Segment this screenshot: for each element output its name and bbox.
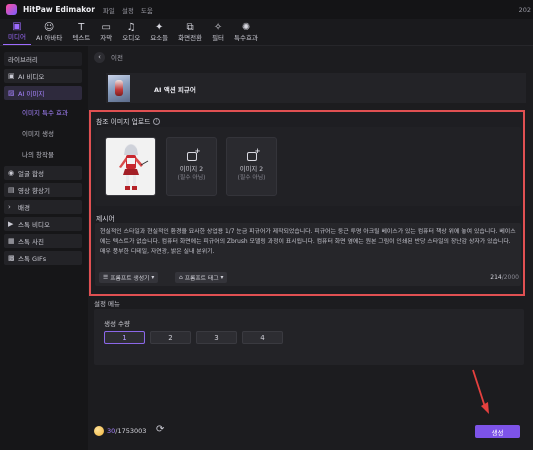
transition-icon: ⧉: [186, 22, 194, 33]
prompt-generator-button[interactable]: ☰ 프롬프트 생성기 ▾: [99, 272, 159, 283]
sidebar-item-library[interactable]: 라이브러리: [4, 52, 82, 66]
gif-icon: ▩: [8, 254, 15, 262]
back-label[interactable]: 이전: [111, 52, 123, 62]
tab-filter[interactable]: ✧ 필터: [207, 19, 229, 45]
generation-count-label: 생성 수량: [104, 320, 130, 328]
action-figure-image: [119, 144, 149, 190]
prompt-tags-button[interactable]: ⌂ 프롬프트 태그 ▾: [175, 272, 228, 283]
chevron-right-icon: ›: [8, 203, 11, 211]
menu-help[interactable]: 도움: [141, 5, 153, 15]
text-icon: T: [78, 22, 85, 33]
image-icon: ▨: [8, 89, 15, 97]
bottom-bar: 30/1753003 ⟳ 생성: [88, 422, 533, 440]
sidebar: 라이브러리 ▣ AI 비디오 ▨ AI 이미지 이미지 특수 효과 이미지 생성…: [0, 46, 86, 450]
sidebar-item-ai-video[interactable]: ▣ AI 비디오: [4, 69, 82, 83]
elements-icon: ✦: [154, 22, 164, 33]
stock-photo-icon: ▦: [8, 237, 15, 245]
image-slot-3[interactable]: 이미지 2 (필수 아님): [226, 137, 277, 196]
character-counter: 214/2000: [490, 274, 519, 281]
tab-transition[interactable]: ⧉ 화면전환: [173, 19, 207, 45]
audio-icon: ♫: [126, 22, 136, 33]
tab-effects[interactable]: ✺ 특수효과: [229, 19, 263, 45]
info-icon[interactable]: i: [153, 117, 161, 125]
video-icon: ▣: [8, 72, 15, 80]
sidebar-item-stock-video[interactable]: ▶ 스톡 비디오: [4, 217, 82, 231]
count-option-3[interactable]: 3: [196, 331, 237, 344]
tag-icon: ⌂: [179, 274, 183, 281]
app-logo-icon: [6, 4, 17, 15]
count-option-4[interactable]: 4: [242, 331, 283, 344]
sidebar-item-video-enhancer[interactable]: ▤ 영상 향상기: [4, 183, 82, 197]
face-icon: ◉: [8, 169, 15, 177]
settings-title: 설정 메뉴: [94, 300, 120, 308]
count-option-1[interactable]: 1: [104, 331, 145, 344]
annotation-arrow-icon: [472, 369, 489, 414]
chevron-down-icon: ▾: [151, 274, 155, 281]
prompt-generator-icon: ☰: [103, 274, 109, 281]
subtitle-icon: ▭: [101, 22, 111, 33]
add-image-icon: [186, 147, 201, 161]
prompt-textarea[interactable]: 현실적인 스타일과 현실적인 환경을 묘사한 상업용 1/7 눈금 피규어가 제…: [95, 223, 521, 286]
effects-icon: ✺: [241, 22, 251, 33]
highlighted-input-section: 참조 이미지 업로드 i 이미지 2 (필수 아님): [89, 110, 525, 296]
reference-upload-title: 참조 이미지 업로드 i: [96, 116, 161, 126]
upload-area: 이미지 2 (필수 아님) 이미지 2 (필수 아님): [95, 127, 521, 206]
sidebar-item-my-creations[interactable]: 나의 창작물: [4, 145, 82, 163]
credit-coin-icon: [94, 426, 104, 436]
stock-video-icon: ▶: [8, 220, 14, 228]
tab-text[interactable]: T 텍스트: [67, 19, 95, 45]
breadcrumb: ‹ 이전: [94, 50, 533, 64]
prompt-text[interactable]: 현실적인 스타일과 현실적인 환경을 묘사한 상업용 1/7 눈금 피규어가 제…: [100, 227, 516, 257]
back-button[interactable]: ‹: [94, 51, 105, 63]
sidebar-item-background[interactable]: › 배경: [4, 200, 82, 214]
effect-card: AI 액션 피규어: [106, 73, 526, 103]
settings-panel: 생성 수량 1 2 3 4: [94, 309, 524, 365]
tab-elements[interactable]: ✦ 요소들: [145, 19, 173, 45]
chevron-down-icon: ▾: [220, 274, 224, 281]
sidebar-item-image-effects[interactable]: 이미지 특수 효과: [4, 103, 82, 121]
top-toolbar: ▣ 미디어 ☺ AI 아바타 T 텍스트 ▭ 자막 ♫ 오디오 ✦ 요소들 ⧉ …: [0, 19, 533, 46]
tab-media[interactable]: ▣ 미디어: [3, 19, 31, 45]
tab-ai-avatar[interactable]: ☺ AI 아바타: [31, 19, 67, 45]
sidebar-item-stock-gifs[interactable]: ▩ 스톡 GIFs: [4, 251, 82, 265]
app-name: HitPaw Edimakor: [23, 5, 95, 14]
menu-settings[interactable]: 설정: [122, 5, 134, 15]
uploaded-image-slot[interactable]: [105, 137, 156, 196]
tab-subtitle[interactable]: ▭ 자막: [95, 19, 117, 45]
chevron-left-icon: ‹: [98, 53, 101, 61]
tab-audio[interactable]: ♫ 오디오: [117, 19, 145, 45]
add-image-icon: [246, 147, 261, 161]
credits-display: 30/1753003: [107, 427, 147, 435]
refresh-icon[interactable]: ⟳: [156, 424, 164, 435]
count-option-2[interactable]: 2: [150, 331, 191, 344]
image-slot-2[interactable]: 이미지 2 (필수 아님): [166, 137, 217, 196]
sidebar-item-face-swap[interactable]: ◉ 얼굴 합성: [4, 166, 82, 180]
year-fragment: 202: [518, 5, 531, 14]
effect-title: AI 액션 피규어: [154, 86, 196, 94]
effect-thumbnail: [108, 75, 130, 102]
sidebar-item-ai-image[interactable]: ▨ AI 이미지: [4, 86, 82, 100]
menu-file[interactable]: 파일: [103, 5, 115, 15]
title-bar: HitPaw Edimakor 파일 설정 도움 202: [0, 0, 533, 19]
enhance-icon: ▤: [8, 186, 15, 194]
generate-button[interactable]: 생성: [475, 425, 520, 438]
filter-icon: ✧: [213, 22, 223, 33]
sidebar-item-image-generate[interactable]: 이미지 생성: [4, 124, 82, 142]
avatar-icon: ☺: [43, 22, 55, 33]
sidebar-item-stock-photo[interactable]: ▦ 스톡 사진: [4, 234, 82, 248]
menu-bar: 파일 설정 도움: [103, 5, 153, 15]
media-icon: ▣: [12, 21, 22, 32]
prompt-title: 제시어: [96, 215, 115, 223]
